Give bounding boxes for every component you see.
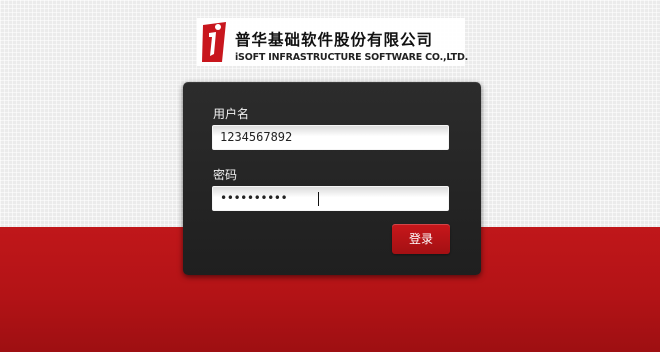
company-logo: 普华基础软件股份有限公司 iSOFT INFRASTRUCTURE SOFTWA… xyxy=(197,18,469,66)
login-panel: 用户名 1234567892 密码 •••••••••• 登录 xyxy=(183,82,481,275)
password-input[interactable]: •••••••••• xyxy=(212,186,449,211)
password-dots: •••••••••• xyxy=(220,191,288,205)
company-name-en: iSOFT INFRASTRUCTURE SOFTWARE CO.,LTD. xyxy=(235,52,469,63)
username-input[interactable]: 1234567892 xyxy=(212,125,449,150)
password-label: 密码 xyxy=(213,168,238,182)
text-cursor xyxy=(318,192,319,206)
login-button[interactable]: 登录 xyxy=(392,224,450,254)
isoft-logo-icon xyxy=(202,22,226,62)
company-name-cn: 普华基础软件股份有限公司 xyxy=(235,30,434,49)
username-label: 用户名 xyxy=(213,107,250,121)
